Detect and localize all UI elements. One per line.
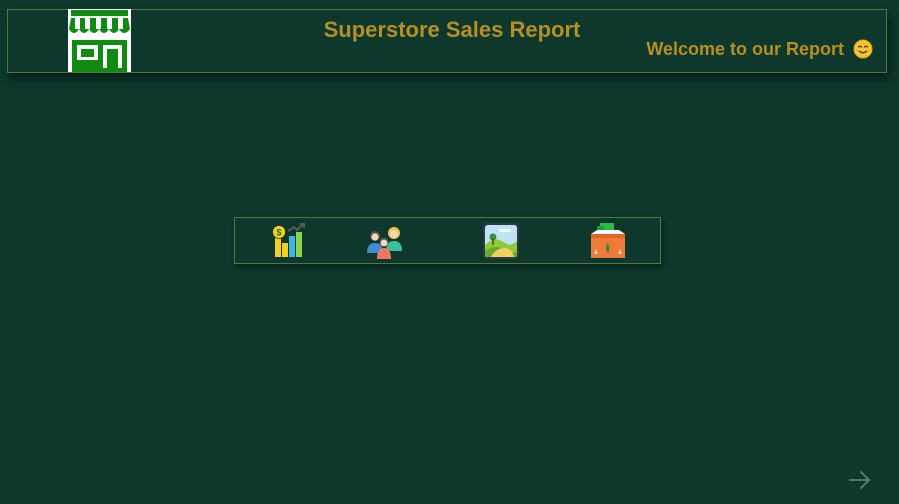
arrow-right-icon[interactable] (848, 468, 872, 492)
nav-button-products[interactable] (588, 221, 628, 261)
page-navigation-bar: $ (234, 217, 661, 264)
customers-icon (367, 227, 402, 259)
nav-button-map[interactable] (481, 221, 521, 261)
welcome-message: Welcome to our Report (646, 39, 844, 59)
header-banner: Superstore Sales Report Welcome to our R… (7, 9, 887, 73)
report-page: Superstore Sales Report Welcome to our R… (0, 0, 899, 504)
nav-button-customers[interactable] (365, 221, 405, 261)
product-box-icon (591, 223, 625, 258)
svg-text:$: $ (276, 228, 281, 238)
sales-chart-icon: $ (272, 223, 305, 257)
nav-button-sales[interactable]: $ (269, 221, 309, 261)
smiling-face-icon (853, 39, 873, 59)
map-icon (483, 223, 519, 259)
